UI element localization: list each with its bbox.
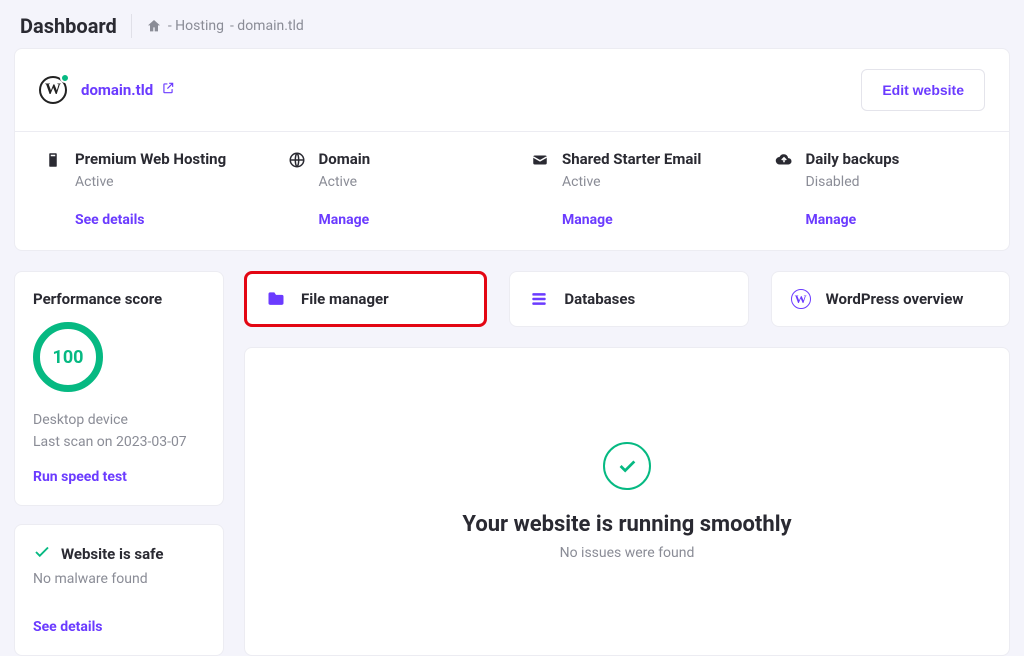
tile-label: WordPress overview <box>826 290 964 308</box>
edit-website-button[interactable]: Edit website <box>861 69 985 111</box>
service-domain: Domain Active Manage <box>269 150 513 228</box>
folder-icon <box>265 288 287 310</box>
domain-text: domain.tld <box>81 81 153 99</box>
service-status: Disabled <box>806 174 982 190</box>
wordpress-logo-icon: W <box>39 76 67 104</box>
performance-title: Performance score <box>33 290 205 308</box>
databases-tile[interactable]: Databases <box>509 271 748 327</box>
tile-label: Databases <box>564 290 635 308</box>
mail-icon <box>530 150 550 170</box>
device-label: Desktop device <box>33 410 205 432</box>
service-status: Active <box>562 174 738 190</box>
external-link-icon <box>161 81 175 99</box>
cloud-upload-icon <box>774 150 794 170</box>
globe-icon <box>287 150 307 170</box>
see-details-link[interactable]: See details <box>33 619 205 635</box>
score-value: 100 <box>53 347 84 368</box>
wordpress-icon: W <box>790 288 812 310</box>
status-sub: No issues were found <box>560 545 695 561</box>
service-backups: Daily backups Disabled Manage <box>756 150 1000 228</box>
status-panel: Your website is running smoothly No issu… <box>244 347 1010 656</box>
tile-label: File manager <box>301 290 389 308</box>
service-email: Shared Starter Email Active Manage <box>512 150 756 228</box>
manage-link[interactable]: Manage <box>562 212 738 228</box>
score-ring-icon: 100 <box>33 322 103 392</box>
service-title: Shared Starter Email <box>562 150 701 170</box>
see-details-link[interactable]: See details <box>75 212 251 228</box>
check-icon <box>33 543 51 565</box>
run-speed-test-link[interactable]: Run speed test <box>33 469 205 485</box>
service-title: Premium Web Hosting <box>75 150 226 170</box>
breadcrumb-domain: - domain.tld <box>230 18 304 34</box>
last-scan-label: Last scan on 2023-03-07 <box>33 432 205 454</box>
service-status: Active <box>75 174 251 190</box>
service-title: Daily backups <box>806 150 900 170</box>
safety-card: Website is safe No malware found See det… <box>14 524 224 656</box>
file-manager-tile[interactable]: File manager <box>244 271 487 327</box>
server-icon <box>43 150 63 170</box>
status-dot-icon <box>60 73 70 83</box>
breadcrumb: - Hosting - domain.tld <box>146 18 304 34</box>
database-icon <box>528 288 550 310</box>
status-check-icon <box>603 442 651 490</box>
home-icon[interactable] <box>146 18 162 34</box>
manage-link[interactable]: Manage <box>806 212 982 228</box>
safety-sub: No malware found <box>33 571 205 587</box>
header: Dashboard - Hosting - domain.tld <box>0 0 1024 48</box>
service-title: Domain <box>319 150 371 170</box>
service-hosting: Premium Web Hosting Active See details <box>25 150 269 228</box>
manage-link[interactable]: Manage <box>319 212 495 228</box>
status-title: Your website is running smoothly <box>462 512 791 537</box>
domain-link[interactable]: domain.tld <box>81 81 175 99</box>
safety-title: Website is safe <box>61 545 163 563</box>
site-card: W domain.tld Edit website Premium <box>14 48 1010 251</box>
breadcrumb-hosting[interactable]: - Hosting <box>168 18 224 34</box>
performance-card: Performance score 100 Desktop device Las… <box>14 271 224 506</box>
wordpress-overview-tile[interactable]: W WordPress overview <box>771 271 1010 327</box>
page-title: Dashboard <box>20 14 132 38</box>
service-status: Active <box>319 174 495 190</box>
